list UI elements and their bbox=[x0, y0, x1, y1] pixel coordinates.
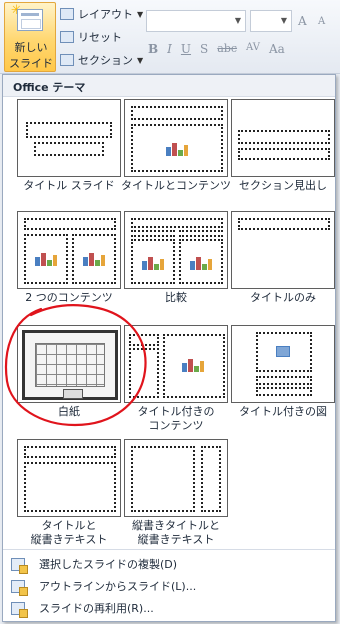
menu-duplicate-slides[interactable]: 選択したスライドの複製(D) bbox=[3, 553, 335, 575]
layout-thumbnail bbox=[124, 211, 228, 289]
layout-label: タイトルのみ bbox=[250, 291, 316, 304]
picture-icon bbox=[276, 346, 290, 357]
italic-button[interactable]: I bbox=[167, 42, 172, 56]
layout-thumbnail bbox=[124, 439, 228, 517]
format-row: B I U S abc AV Aa bbox=[148, 42, 285, 56]
bold-button[interactable]: B bbox=[148, 42, 158, 56]
ribbon: ✳ 新しい スライド レイアウト ▼ リセット セクション ▼ ▼ ▼ A A … bbox=[0, 0, 340, 74]
chevron-down-icon: ▼ bbox=[234, 16, 241, 25]
char-spacing-button[interactable]: AV bbox=[246, 42, 260, 56]
reset-label: リセット bbox=[78, 31, 122, 44]
placeholder-box bbox=[256, 387, 312, 396]
layout-thumbnail bbox=[231, 99, 335, 177]
placeholder-box bbox=[131, 446, 195, 512]
reset-button[interactable]: リセット bbox=[60, 27, 122, 47]
content-icons bbox=[181, 356, 205, 372]
menu-separator bbox=[3, 549, 335, 550]
placeholder-box bbox=[179, 230, 223, 237]
placeholder-box bbox=[238, 218, 330, 230]
layout-button[interactable]: レイアウト ▼ bbox=[60, 4, 143, 24]
layout-label: セクション見出し bbox=[239, 179, 327, 192]
grow-font-button[interactable]: A bbox=[298, 14, 307, 28]
section-button[interactable]: セクション ▼ bbox=[60, 50, 143, 70]
menu-label: 選択したスライドの複製(D) bbox=[39, 558, 178, 571]
placeholder-box bbox=[26, 122, 112, 138]
layout-label-line1: タイトルと bbox=[41, 519, 97, 532]
menu-reuse-slides[interactable]: スライドの再利用(R)... bbox=[3, 597, 335, 619]
slide-icon bbox=[17, 9, 43, 31]
placeholder-box bbox=[238, 130, 330, 144]
layout-gallery-panel: Office テーマ タイトル スライド タイトルとコンテンツ セクション見出し bbox=[2, 74, 336, 622]
new-slide-label-line2: スライド bbox=[9, 57, 53, 70]
strikethrough-button[interactable]: abc bbox=[217, 42, 237, 56]
layout-label-line1: 縦書きタイトルと bbox=[132, 519, 220, 532]
layout-label: タイトルとコンテンツ bbox=[121, 179, 231, 192]
placeholder-box bbox=[238, 148, 330, 160]
layout-label: レイアウト bbox=[78, 8, 133, 21]
menu-label: アウトラインからスライド(L)... bbox=[39, 580, 197, 593]
shrink-font-button[interactable]: A bbox=[318, 16, 325, 27]
menu-label: スライドの再利用(R)... bbox=[39, 602, 154, 615]
font-size-box[interactable]: ▼ bbox=[250, 10, 292, 32]
placeholder-box bbox=[34, 142, 104, 156]
gallery-header: Office テーマ bbox=[3, 75, 335, 97]
content-icons bbox=[34, 250, 58, 266]
placeholder-box bbox=[24, 462, 116, 512]
placeholder-box bbox=[201, 446, 221, 512]
section-label: セクション bbox=[78, 54, 133, 67]
placeholder-box bbox=[256, 376, 312, 385]
font-name-box[interactable]: ▼ bbox=[146, 10, 246, 32]
placeholder-box bbox=[131, 218, 223, 228]
new-slide-label-line1: 新しい bbox=[14, 41, 48, 54]
content-icons bbox=[165, 140, 189, 156]
content-icons bbox=[141, 254, 165, 270]
new-slide-button[interactable]: ✳ 新しい スライド bbox=[4, 2, 56, 72]
outline-icon bbox=[11, 579, 28, 596]
underline-button[interactable]: U bbox=[181, 42, 191, 56]
chevron-down-icon: ▼ bbox=[137, 9, 144, 19]
section-icon bbox=[60, 54, 74, 66]
reset-icon bbox=[60, 31, 74, 43]
menu-slides-from-outline[interactable]: アウトラインからスライド(L)... bbox=[3, 575, 335, 597]
layout-label: タイトル付きの図 bbox=[239, 405, 327, 418]
chevron-down-icon: ▼ bbox=[137, 55, 144, 65]
layout-thumbnail bbox=[17, 211, 121, 289]
layout-thumbnail bbox=[124, 99, 228, 177]
layout-thumbnail bbox=[231, 211, 335, 289]
layout-icon bbox=[60, 8, 74, 20]
layout-thumbnail bbox=[17, 99, 121, 177]
placeholder-box bbox=[24, 218, 116, 230]
shadow-button[interactable]: S bbox=[200, 42, 208, 56]
chevron-down-icon: ▼ bbox=[280, 16, 287, 25]
content-icons bbox=[82, 250, 106, 266]
placeholder-box bbox=[24, 446, 116, 458]
layout-label-line2: 縦書きテキスト bbox=[137, 533, 215, 546]
layout-label: タイトル スライド bbox=[23, 179, 115, 192]
change-case-button[interactable]: Aa bbox=[269, 42, 285, 56]
duplicate-slide-icon bbox=[11, 557, 28, 574]
layout-thumbnail bbox=[17, 439, 121, 517]
reuse-slides-icon bbox=[11, 601, 28, 618]
layout-thumbnail bbox=[231, 325, 335, 403]
placeholder-box bbox=[131, 106, 223, 120]
placeholder-box bbox=[131, 230, 175, 237]
red-annotation-circle bbox=[5, 303, 147, 427]
content-icons bbox=[189, 254, 213, 270]
layout-label-line2: 縦書きテキスト bbox=[30, 533, 108, 546]
